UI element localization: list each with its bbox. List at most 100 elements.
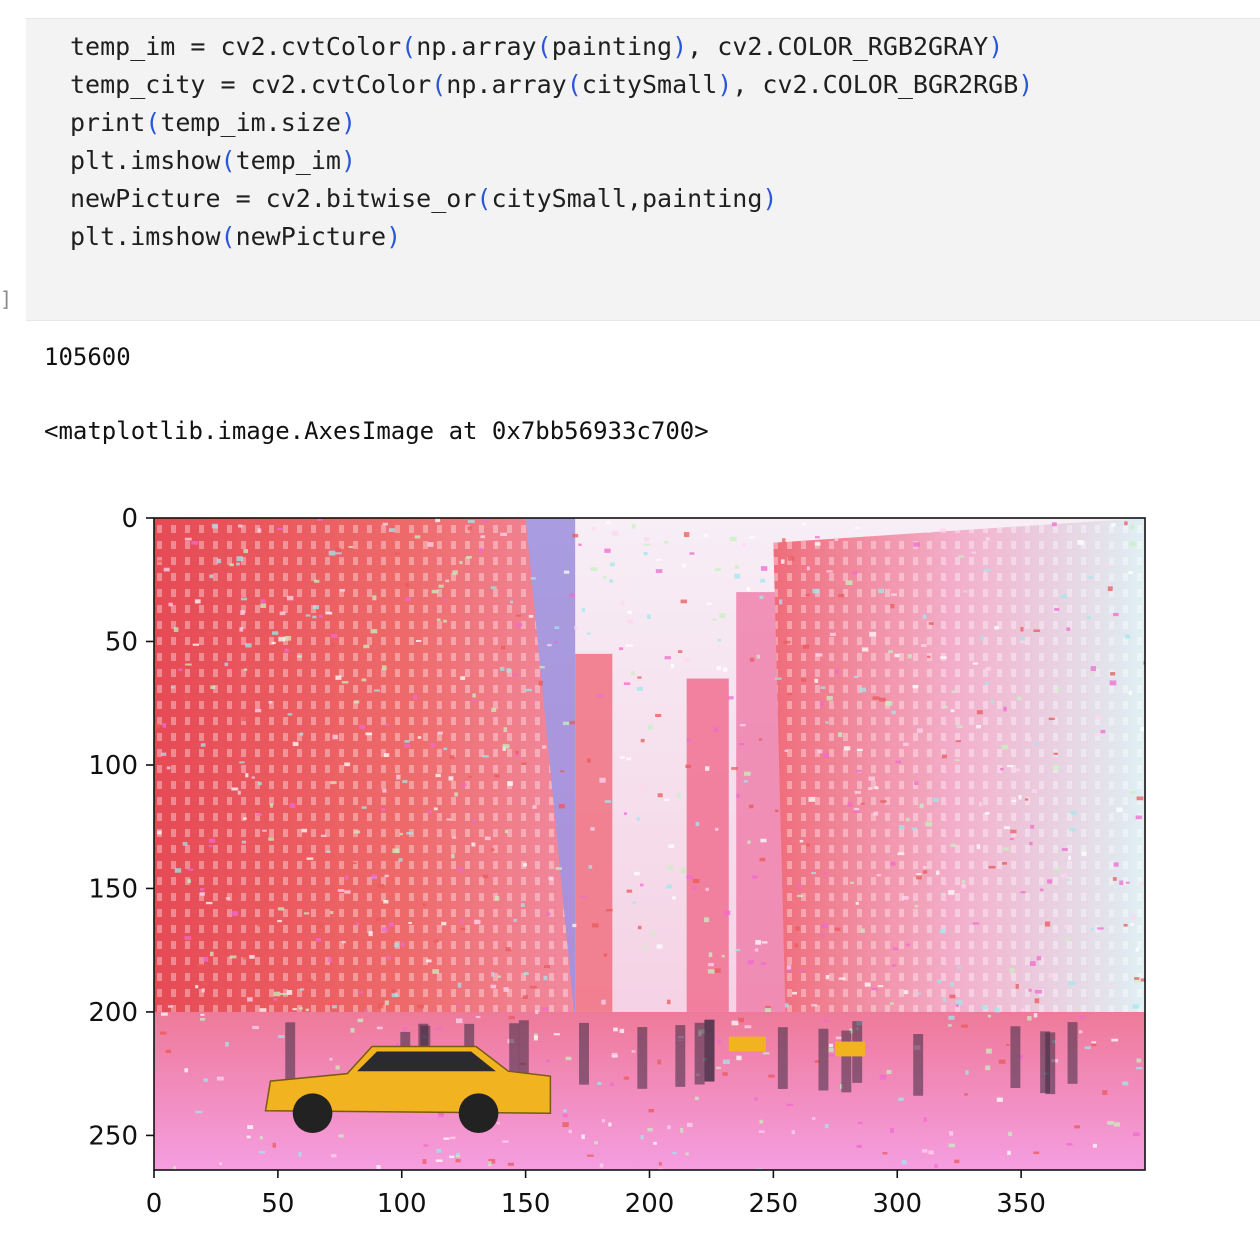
image-noise xyxy=(1048,973,1056,978)
image-noise xyxy=(515,750,519,754)
image-noise xyxy=(783,640,791,644)
image-noise xyxy=(670,663,675,669)
image-noise xyxy=(631,670,635,676)
image-noise xyxy=(355,922,360,926)
image-noise xyxy=(976,710,983,715)
image-noise xyxy=(499,666,505,671)
image-noise xyxy=(961,879,966,884)
image-noise xyxy=(257,781,262,786)
image-noise xyxy=(604,548,611,553)
image-pedestrian xyxy=(841,1030,852,1093)
output-size: 105600 xyxy=(44,343,131,371)
image-noise xyxy=(723,910,731,916)
image-noise xyxy=(890,861,896,866)
image-noise xyxy=(717,1039,721,1044)
image-content xyxy=(154,518,1145,1170)
image-noise xyxy=(200,743,206,747)
code-token: plt.imshow xyxy=(70,146,221,175)
image-noise xyxy=(1002,847,1009,851)
image-noise xyxy=(581,608,585,613)
image-noise xyxy=(1002,862,1008,865)
image-noise xyxy=(1092,1143,1097,1148)
image-noise xyxy=(695,821,700,827)
image-noise xyxy=(179,779,185,783)
image-noise xyxy=(792,991,798,995)
image-noise xyxy=(269,803,274,808)
image-noise xyxy=(1033,629,1040,632)
image-pedestrian xyxy=(913,1034,924,1096)
image-noise xyxy=(666,999,671,1005)
image-noise xyxy=(327,957,333,962)
image-noise xyxy=(461,783,467,786)
code-editor[interactable]: temp_im = cv2.cvtColor(np.array(painting… xyxy=(70,28,1033,256)
code-paren: ) xyxy=(762,184,778,213)
image-noise xyxy=(765,1007,772,1013)
image-noise xyxy=(891,964,897,967)
image-noise xyxy=(1020,626,1024,632)
image-noise xyxy=(1124,521,1128,526)
image-noise xyxy=(1029,841,1033,846)
image-noise xyxy=(778,599,783,605)
image-noise xyxy=(756,654,760,659)
image-noise xyxy=(1128,690,1133,695)
image-noise xyxy=(1024,798,1029,801)
image-noise xyxy=(655,569,663,573)
image-noise xyxy=(431,589,439,594)
image-pedestrian xyxy=(694,1022,705,1085)
image-noise xyxy=(535,1010,539,1015)
image-noise xyxy=(236,556,243,562)
image-noise xyxy=(1136,1058,1142,1063)
image-noise xyxy=(1006,765,1014,768)
image-noise xyxy=(613,1027,618,1032)
image-noise xyxy=(1018,794,1022,800)
image-noise xyxy=(627,610,632,614)
code-token: citySmall,painting xyxy=(491,184,763,213)
image-noise xyxy=(314,579,320,583)
image-noise xyxy=(1110,523,1116,527)
image-noise xyxy=(384,753,390,758)
image-noise xyxy=(1052,765,1060,770)
image-noise xyxy=(744,1025,752,1029)
image-noise xyxy=(911,827,917,830)
image-noise xyxy=(279,611,286,616)
image-noise xyxy=(452,836,457,839)
image-noise xyxy=(563,570,570,574)
image-noise xyxy=(522,995,529,999)
image-noise xyxy=(292,1008,297,1011)
image-noise xyxy=(541,745,547,749)
image-noise xyxy=(216,558,222,564)
image-noise xyxy=(731,1020,739,1026)
image-noise xyxy=(950,981,954,987)
image-noise xyxy=(555,867,562,870)
image-noise xyxy=(413,694,418,700)
image-noise xyxy=(562,1122,569,1128)
image-noise xyxy=(345,875,349,880)
x-tick-label: 150 xyxy=(501,1189,551,1219)
image-noise xyxy=(834,669,840,674)
code-paren: ( xyxy=(145,108,161,137)
image-noise xyxy=(826,570,833,573)
image-noise xyxy=(976,724,981,729)
image-noise xyxy=(405,582,409,587)
code-line: newPicture = cv2.bitwise_or(citySmall,pa… xyxy=(70,180,1033,218)
image-noise xyxy=(802,523,806,526)
image-noise xyxy=(408,921,412,924)
image-noise xyxy=(891,710,896,715)
image-noise xyxy=(937,979,942,984)
image-noise xyxy=(326,850,331,853)
image-noise xyxy=(251,776,255,779)
image-noise xyxy=(426,959,432,963)
image-noise xyxy=(203,1078,208,1082)
image-noise xyxy=(791,1130,796,1135)
image-noise xyxy=(1060,873,1068,878)
code-token: temp_im.size xyxy=(160,108,341,137)
image-noise xyxy=(515,622,523,627)
image-noise xyxy=(378,1003,384,1009)
image-noise xyxy=(435,1027,442,1030)
image-noise xyxy=(382,789,387,793)
image-noise xyxy=(1033,1151,1040,1155)
image-noise xyxy=(1136,1066,1143,1070)
image-noise xyxy=(301,828,308,833)
image-noise xyxy=(947,1024,952,1027)
image-noise xyxy=(502,1140,509,1143)
